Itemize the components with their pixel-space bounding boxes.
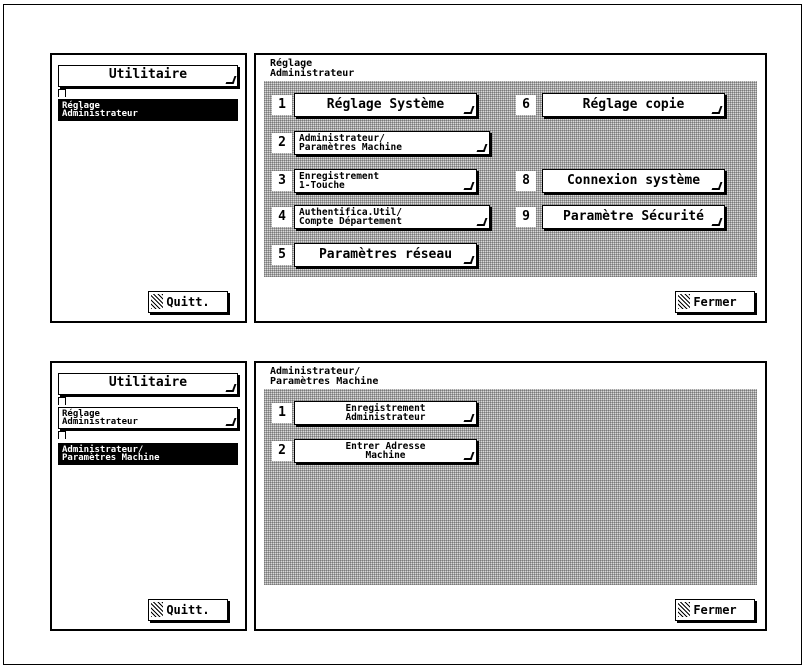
crumb-connector <box>58 397 66 405</box>
quit-button[interactable]: Quitt. <box>148 599 228 621</box>
quit-button[interactable]: Quitt. <box>148 291 228 313</box>
admin-machine-params-button[interactable]: Administrateur/ Paramètres Machine <box>294 131 490 155</box>
left-panel: Utilitaire Réglage Administrateur Admini… <box>50 361 247 631</box>
network-settings-button[interactable]: Paramètres réseau <box>294 243 477 267</box>
crumb-utilitaire[interactable]: Utilitaire <box>58 373 238 395</box>
crumb-connector <box>58 89 66 97</box>
system-connection-button[interactable]: Connexion système <box>542 169 725 193</box>
item-number: 1 <box>272 403 292 423</box>
panel-title: Réglage Administrateur <box>270 58 355 79</box>
crumb-reglage-admin[interactable]: Réglage Administrateur <box>58 99 238 121</box>
one-touch-registration-button[interactable]: Enregistrement 1-Touche <box>294 169 477 193</box>
item-number: 4 <box>272 207 292 227</box>
item-number: 8 <box>516 171 536 191</box>
item-number: 1 <box>272 95 292 115</box>
panel-title: Administrateur/ Paramètres Machine <box>270 366 379 387</box>
admin-machine-params-screen: Utilitaire Réglage Administrateur Admini… <box>50 361 767 631</box>
reglage-systeme-button[interactable]: Réglage Système <box>294 93 477 117</box>
admin-registration-button[interactable]: Enregistrement Administrateur <box>294 401 477 425</box>
item-number: 3 <box>272 171 292 191</box>
item-number: 9 <box>516 207 536 227</box>
user-auth-account-button[interactable]: Authentifica.Util/ Compte Département <box>294 205 490 229</box>
item-number: 5 <box>272 245 292 265</box>
crumb-connector <box>58 431 66 439</box>
right-panel: Réglage Administrateur 1 Réglage Système… <box>254 53 767 323</box>
close-button[interactable]: Fermer <box>675 599 755 621</box>
item-number: 2 <box>272 441 292 461</box>
left-panel: Utilitaire Réglage Administrateur Quitt. <box>50 53 247 323</box>
security-settings-button[interactable]: Paramètre Sécurité <box>542 205 725 229</box>
item-number: 6 <box>516 95 536 115</box>
crumb-utilitaire[interactable]: Utilitaire <box>58 65 238 87</box>
crumb-reglage-admin[interactable]: Réglage Administrateur <box>58 407 238 429</box>
right-panel: Administrateur/ Paramètres Machine 1 Enr… <box>254 361 767 631</box>
admin-settings-screen: Utilitaire Réglage Administrateur Quitt.… <box>50 53 767 323</box>
machine-address-button[interactable]: Entrer Adresse Machine <box>294 439 477 463</box>
crumb-admin-machine-params[interactable]: Administrateur/ Paramètres Machine <box>58 443 238 465</box>
item-number: 2 <box>272 133 292 153</box>
close-button[interactable]: Fermer <box>675 291 755 313</box>
copy-settings-button[interactable]: Réglage copie <box>542 93 725 117</box>
